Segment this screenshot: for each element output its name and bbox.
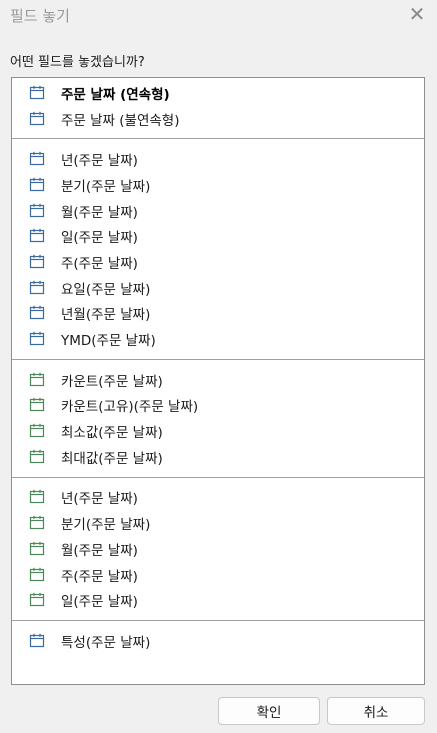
list-item-label: 주(주문 날짜) <box>61 255 138 272</box>
calendar-icon <box>29 397 47 413</box>
calendar-icon <box>29 85 47 101</box>
list-item-label: 분기(주문 날짜) <box>61 178 151 195</box>
list-item[interactable]: 주문 날짜 (연속형) <box>12 80 424 106</box>
list-item-label: 최대값(주문 날짜) <box>61 450 163 467</box>
list-item-label: 일(주문 날짜) <box>61 230 138 247</box>
list-item-label: 카운트(주문 날짜) <box>61 373 163 390</box>
calendar-icon <box>29 489 47 505</box>
calendar-icon <box>29 254 47 270</box>
list-item[interactable]: 년월(주문 날짜) <box>12 301 424 327</box>
calendar-icon <box>29 423 47 439</box>
list-item[interactable]: 요일(주문 날짜) <box>12 275 424 301</box>
list-item[interactable]: 카운트(고유)(주문 날짜) <box>12 393 424 419</box>
list-item[interactable]: 월(주문 날짜) <box>12 198 424 224</box>
list-item-label: 분기(주문 날짜) <box>61 517 151 534</box>
list-item[interactable]: 분기(주문 날짜) <box>12 172 424 198</box>
field-group: 년(주문 날짜) 분기(주문 날짜) 월(주문 날짜) 주(주문 날짜) 일(주문 날짜… <box>12 485 424 613</box>
list-item[interactable]: 특성(주문 날짜) <box>12 628 424 654</box>
ok-button[interactable]: 확인 <box>218 697 320 725</box>
calendar-icon <box>29 515 47 531</box>
calendar-icon <box>29 633 47 649</box>
field-group: 년(주문 날짜) 분기(주문 날짜) 월(주문 날짜) 일(주문 날짜) 주(주문 날짜… <box>12 146 424 352</box>
group-divider <box>12 620 424 622</box>
list-item-label: 특성(주문 날짜) <box>61 634 151 651</box>
dialog-title: 필드 놓기 <box>10 7 70 25</box>
group-divider <box>12 476 424 478</box>
dialog-prompt: 어떤 필드를 놓겠습니까? <box>10 55 145 70</box>
title-bar: 필드 놓기 ✕ <box>0 0 437 30</box>
calendar-icon <box>29 280 47 296</box>
list-item-label: 년월(주문 날짜) <box>61 307 151 324</box>
calendar-icon <box>29 177 47 193</box>
list-item-label: 카운트(고유)(주문 날짜) <box>61 399 199 416</box>
list-item[interactable]: 년(주문 날짜) <box>12 146 424 172</box>
calendar-icon <box>29 567 47 583</box>
list-item[interactable]: 최소값(주문 날짜) <box>12 418 424 444</box>
field-group: 주문 날짜 (연속형) 주문 날짜 (불연속형) <box>12 78 424 131</box>
list-item-label: 년(주문 날짜) <box>61 153 138 170</box>
calendar-icon <box>29 372 47 388</box>
field-group: 특성(주문 날짜) <box>12 628 424 654</box>
list-item[interactable]: 년(주문 날짜) <box>12 485 424 511</box>
list-item-label: 주(주문 날짜) <box>61 568 138 585</box>
list-item-label: 월(주문 날짜) <box>61 542 138 559</box>
calendar-icon <box>29 592 47 608</box>
calendar-icon <box>29 228 47 244</box>
group-divider <box>12 358 424 360</box>
list-item[interactable]: 주(주문 날짜) <box>12 562 424 588</box>
calendar-icon <box>29 541 47 557</box>
field-group: 카운트(주문 날짜) 카운트(고유)(주문 날짜) 최소값(주문 날짜) 최대값(주문… <box>12 367 424 470</box>
list-item-label: 월(주문 날짜) <box>61 204 138 221</box>
field-list[interactable]: 주문 날짜 (연속형) 주문 날짜 (불연속형) 년(주문 날짜) 분기(주문 날짜)… <box>11 77 425 685</box>
list-item[interactable]: 주문 날짜 (불연속형) <box>12 106 424 132</box>
calendar-icon <box>29 449 47 465</box>
calendar-icon <box>29 111 47 127</box>
list-item-label: 년(주문 날짜) <box>61 491 138 508</box>
list-item-label: 최소값(주문 날짜) <box>61 425 163 442</box>
calendar-icon <box>29 331 47 347</box>
group-divider <box>12 138 424 140</box>
list-item-label: 주문 날짜 (연속형) <box>61 86 170 103</box>
list-item-label: 일(주문 날짜) <box>61 594 138 611</box>
close-icon[interactable]: ✕ <box>405 2 429 26</box>
list-item-label: 요일(주문 날짜) <box>61 281 151 298</box>
list-item[interactable]: YMD(주문 날짜) <box>12 326 424 352</box>
list-item[interactable]: 최대값(주문 날짜) <box>12 444 424 470</box>
list-item[interactable]: 일(주문 날짜) <box>12 223 424 249</box>
list-item[interactable]: 분기(주문 날짜) <box>12 510 424 536</box>
list-item-label: YMD(주문 날짜) <box>61 333 156 350</box>
list-item[interactable]: 월(주문 날짜) <box>12 536 424 562</box>
calendar-icon <box>29 203 47 219</box>
cancel-button[interactable]: 취소 <box>327 697 425 725</box>
list-item[interactable]: 일(주문 날짜) <box>12 587 424 613</box>
list-item[interactable]: 주(주문 날짜) <box>12 249 424 275</box>
calendar-icon <box>29 305 47 321</box>
list-item-label: 주문 날짜 (불연속형) <box>61 112 180 129</box>
list-item[interactable]: 카운트(주문 날짜) <box>12 367 424 393</box>
calendar-icon <box>29 151 47 167</box>
